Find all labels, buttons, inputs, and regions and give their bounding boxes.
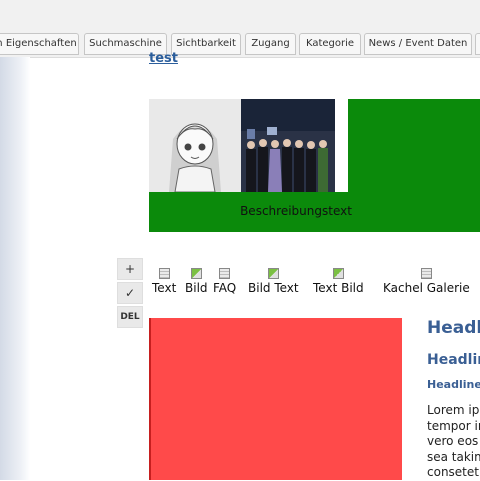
image-text-icon [267,268,279,279]
headline-1: Headl [427,318,480,338]
content-type-label: Bild [185,281,208,295]
gallery-caption: Beschreibungstext [240,204,352,218]
add-button[interactable]: + [117,258,143,280]
element-tools: + ✓ DEL [117,258,143,330]
tab-kategorie[interactable]: Kategorie [299,33,361,55]
group-photo-image[interactable] [241,99,335,192]
content-type-label: FAQ [213,281,237,295]
faq-icon [219,268,231,279]
content-type-bild-text[interactable]: Bild Text [248,268,299,295]
confirm-button[interactable]: ✓ [117,282,143,304]
content-type-label: Kachel Galerie [383,281,470,295]
tab-more[interactable] [475,33,480,55]
delete-button[interactable]: DEL [117,306,143,328]
anime-girl-image[interactable] [149,99,241,192]
tab-zugang[interactable]: Zugang [245,33,296,55]
tab-bar: n Eigenschaften Suchmaschine Sichtbarkei… [0,0,480,58]
content-type-label: Bild Text [248,281,299,295]
lorem-line: sea takim [427,449,480,464]
left-panel-edge [0,57,30,480]
lorem-line: Lorem ips [427,403,480,417]
content-type-kachel-galerie[interactable]: Kachel Galerie [383,268,470,295]
content-type-bild[interactable]: Bild [185,268,208,295]
headline-2: Headlin [427,352,480,368]
tab-eigenschaften[interactable]: n Eigenschaften [0,33,79,55]
content-type-text[interactable]: Text [152,268,176,295]
content-type-label: Text [152,281,177,295]
image-placeholder[interactable] [335,99,348,192]
lorem-line: vero eos e [427,434,480,448]
red-content-block[interactable] [149,318,402,480]
content-type-faq[interactable]: FAQ [213,268,236,295]
test-link[interactable]: test [149,51,178,66]
headline-3: Headline [427,378,480,391]
content-type-text-bild[interactable]: Text Bild [313,268,364,295]
image-gallery: Beschreibungstext [149,99,480,232]
content-type-label: Text Bild [313,281,364,295]
lorem-line: tempor in [427,418,480,433]
lorem-paragraph: Lorem ips tempor in vero eos e sea takim… [427,403,480,481]
text-image-icon [332,268,344,279]
tab-sichtbarkeit[interactable]: Sichtbarkeit [171,33,241,55]
tab-news-event-daten[interactable]: News / Event Daten [364,33,472,55]
tile-gallery-icon [420,268,432,279]
image-icon [190,268,202,279]
lorem-line: consetetu [427,465,480,479]
text-icon [158,268,170,279]
